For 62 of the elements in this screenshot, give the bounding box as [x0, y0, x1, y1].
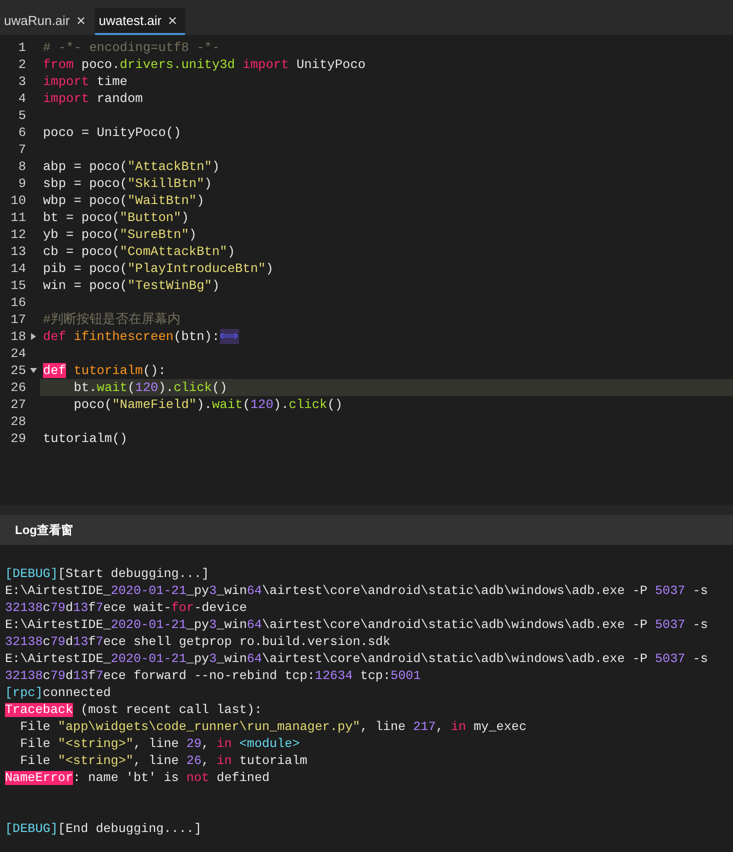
- code-line: poco = UnityPoco(): [42, 124, 182, 141]
- line-number: 4: [17, 91, 26, 106]
- code-line: poco("NameField").wait(120).click(): [72, 396, 344, 413]
- line-number: 11: [10, 210, 26, 225]
- code-line: yb = poco("SureBtn"): [42, 226, 198, 243]
- code-line: wbp = poco("WaitBtn"): [42, 192, 206, 209]
- line-number: 25: [10, 363, 26, 378]
- line-number: 16: [10, 295, 26, 310]
- expanded-arrow-icon[interactable]: [30, 368, 36, 373]
- log-line: E:\AirtestIDE_2020-01-21_py3_win64\airtest\core\android\static\adb\windows\adb.exe -P 5037 -s: [5, 651, 709, 668]
- code-line: def ifinthescreen(btn):⟺: [42, 328, 240, 345]
- line-number: 9: [17, 176, 26, 191]
- line-number: 2: [17, 57, 26, 72]
- log-line: File "<string>", line 26, in tutorialm: [19, 753, 308, 770]
- code-line: tutorialm(): [42, 430, 128, 447]
- code-line: import random: [42, 90, 144, 107]
- line-number: 6: [17, 125, 26, 140]
- log-line: [DEBUG][Start debugging...]: [5, 566, 210, 583]
- line-number: 18: [10, 329, 26, 344]
- code-line: cb = poco("ComAttackBtn"): [42, 243, 236, 260]
- line-number: 5: [17, 108, 26, 123]
- line-number: 8: [17, 159, 26, 174]
- panel-title: Log查看窗: [15, 522, 73, 538]
- line-number: 27: [10, 397, 26, 412]
- log-line: 32138c79d13f7ece forward --no-rebind tcp:12634 tcp:5001: [5, 668, 422, 685]
- line-number: 14: [10, 261, 26, 276]
- log-line: File "<string>", line 29, in <module>: [19, 736, 301, 753]
- log-line: Traceback (most recent call last):: [5, 702, 263, 719]
- code-line: # -*- encoding=utf8 -*-: [42, 39, 221, 56]
- code-line: sbp = poco("SkillBtn"): [42, 175, 213, 192]
- line-number: 12: [10, 227, 26, 242]
- code-line: pib = poco("PlayIntroduceBtn"): [42, 260, 274, 277]
- code-line: from poco.drivers.unity3d import UnityPoco: [42, 56, 367, 73]
- log-line: E:\AirtestIDE_2020-01-21_py3_win64\airtest\core\android\static\adb\windows\adb.exe -P 5037 -s: [5, 617, 709, 634]
- line-number: 17: [10, 312, 26, 327]
- log-line: File "app\widgets\code_runner\run_manager.py", line 217, in my_exec: [19, 719, 528, 736]
- code-line: #判断按钮是否在屏幕内: [42, 311, 182, 328]
- code-line: bt = poco("Button"): [42, 209, 190, 226]
- log-line: [DEBUG][End debugging....]: [5, 821, 202, 838]
- close-icon[interactable]: ✕: [168, 14, 178, 28]
- line-number: 13: [10, 244, 26, 259]
- line-number: 29: [10, 431, 26, 446]
- line-number: 15: [10, 278, 26, 293]
- line-number: 7: [17, 142, 26, 157]
- code-line: win = poco("TestWinBg"): [42, 277, 221, 294]
- log-line: 32138c79d13f7ece wait-for-device: [5, 600, 248, 617]
- line-number: 10: [10, 193, 26, 208]
- code-line: import time: [42, 73, 128, 90]
- log-line: [rpc]connected: [5, 685, 112, 702]
- log-line: E:\AirtestIDE_2020-01-21_py3_win64\airtest\core\android\static\adb\windows\adb.exe -P 5037 -s: [5, 583, 709, 600]
- log-line: NameError: name 'bt' is not defined: [5, 770, 271, 787]
- log-line: 32138c79d13f7ece shell getprop ro.build.version.sdk: [5, 634, 392, 651]
- file-tab[interactable]: uwatest.air ✕: [94, 8, 185, 35]
- line-number: 24: [10, 346, 26, 361]
- code-line: abp = poco("AttackBtn"): [42, 158, 221, 175]
- line-number: 28: [10, 414, 26, 429]
- close-icon[interactable]: ✕: [76, 14, 86, 28]
- line-number: 1: [17, 40, 26, 55]
- code-line: def tutorialm():: [42, 362, 167, 379]
- line-number: 3: [17, 74, 26, 89]
- line-number: 26: [10, 380, 26, 395]
- collapsed-arrow-icon[interactable]: [30, 333, 36, 340]
